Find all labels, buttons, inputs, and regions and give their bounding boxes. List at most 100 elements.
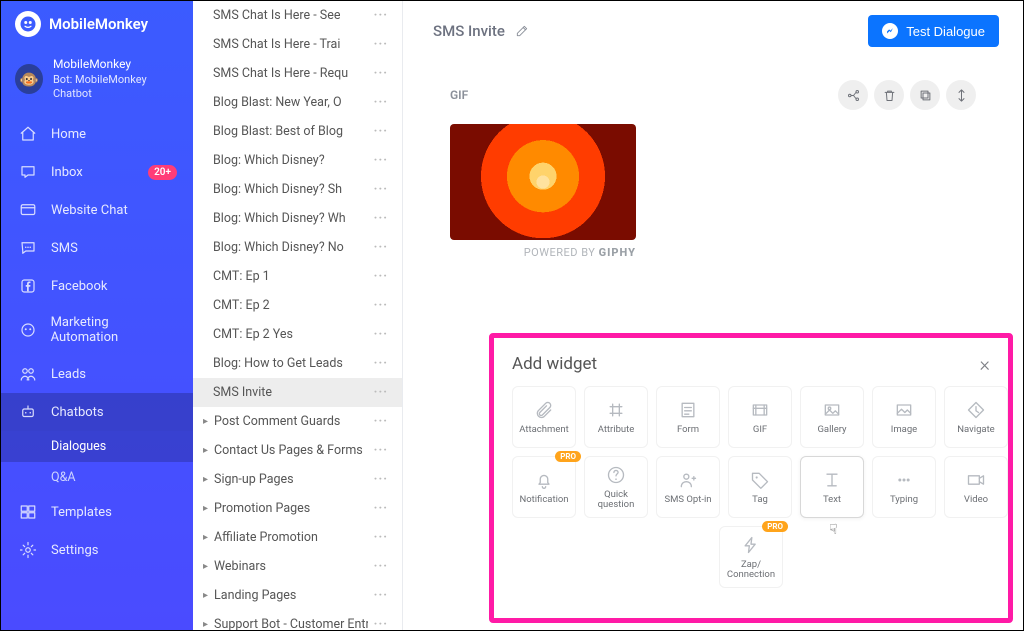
widget-option-tag[interactable]: Tag — [728, 456, 792, 518]
widget-option-typing[interactable]: Typing — [872, 456, 936, 518]
copy-button[interactable] — [910, 80, 940, 110]
dialogue-item[interactable]: SMS Chat Is Here - Trai··· — [193, 30, 402, 59]
dialogue-item-menu[interactable]: ··· — [374, 95, 388, 110]
dialogue-item[interactable]: Blog: Which Disney? Wh··· — [193, 204, 402, 233]
dialogue-folder[interactable]: ▸Support Bot - Customer Entry··· — [193, 610, 402, 630]
dialogue-item[interactable]: CMT: Ep 2 Yes··· — [193, 320, 402, 349]
dialogue-folder[interactable]: ▸Promotion Pages··· — [193, 494, 402, 523]
widget-option-video[interactable]: Video — [944, 456, 1008, 518]
dialogue-item-label: Blog: Which Disney? — [213, 153, 325, 168]
text-icon — [822, 469, 842, 491]
widget-option-sms-opt-in[interactable]: SMS Opt-in — [656, 456, 720, 518]
dialogue-item[interactable]: Blog: Which Disney? ··· — [193, 146, 402, 175]
edit-title-icon[interactable] — [515, 24, 529, 38]
folder-menu[interactable]: ··· — [374, 530, 388, 545]
widget-option-label: Typing — [887, 495, 921, 505]
widget-option-gallery[interactable]: Gallery — [800, 386, 864, 448]
dialogue-item-menu[interactable]: ··· — [374, 66, 388, 81]
widget-option-image[interactable]: Image — [872, 386, 936, 448]
folder-menu[interactable]: ··· — [374, 559, 388, 574]
chevron-right-icon: ▸ — [203, 474, 208, 485]
dialogue-folder[interactable]: ▸Post Comment Guards··· — [193, 407, 402, 436]
widget-option-zap-connection[interactable]: PROZap/Connection — [719, 526, 783, 588]
folder-label: Support Bot - Customer Entry — [214, 617, 368, 630]
dialogue-folder[interactable]: ▸Contact Us Pages & Forms··· — [193, 436, 402, 465]
dialogue-item[interactable]: CMT: Ep 1··· — [193, 262, 402, 291]
widget-option-attachment[interactable]: Attachment — [512, 386, 576, 448]
folder-menu[interactable]: ··· — [374, 617, 388, 630]
nav-dialogues[interactable]: Dialogues — [1, 431, 193, 462]
dialogue-item-menu[interactable]: ··· — [374, 182, 388, 197]
dialogue-item[interactable]: Blog: Which Disney? No··· — [193, 233, 402, 262]
nav-marketing[interactable]: Marketing Automation — [1, 305, 193, 355]
dialogue-item-menu[interactable]: ··· — [374, 8, 388, 23]
brand-logo-icon — [15, 11, 41, 37]
dialogue-folder[interactable]: ▸Affiliate Promotion··· — [193, 523, 402, 552]
dialogue-item[interactable]: SMS Chat Is Here - See ··· — [193, 1, 402, 30]
dialogue-item-menu[interactable]: ··· — [374, 240, 388, 255]
folder-menu[interactable]: ··· — [374, 414, 388, 429]
folder-label: Landing Pages — [214, 588, 296, 603]
dialogue-list: SMS Chat Is Here - See···SMS Chat Is Her… — [193, 1, 403, 630]
widget-option-text[interactable]: Text — [800, 456, 864, 518]
widget-option-gif[interactable]: GIF — [728, 386, 792, 448]
dialogue-folder[interactable]: ▸Sign-up Pages··· — [193, 465, 402, 494]
widget-option-notification[interactable]: PRONotification — [512, 456, 576, 518]
nav-templates[interactable]: Templates — [1, 493, 193, 531]
gallery-icon — [822, 399, 842, 421]
nav-home[interactable]: Home — [1, 115, 193, 153]
dialogue-item[interactable]: Blog Blast: New Year, O··· — [193, 88, 402, 117]
nav-inbox[interactable]: Inbox 20+ — [1, 153, 193, 191]
dialogue-item-menu[interactable]: ··· — [374, 153, 388, 168]
dialogue-item-menu[interactable]: ··· — [374, 385, 388, 400]
quick-question-icon — [606, 464, 626, 486]
nav-chatbots[interactable]: Chatbots — [1, 393, 193, 431]
dialogue-item-label: SMS Chat Is Here - Requ — [213, 66, 348, 81]
nav-qa[interactable]: Q&A — [1, 462, 193, 493]
dialogue-folder[interactable]: ▸Webinars··· — [193, 552, 402, 581]
dialogue-folder[interactable]: ▸Landing Pages··· — [193, 581, 402, 610]
dialogue-item[interactable]: SMS Chat Is Here - Requ ··· — [193, 59, 402, 88]
widget-option-label: Video — [961, 495, 991, 505]
nav-settings[interactable]: Settings — [1, 531, 193, 569]
attribute-icon — [606, 399, 626, 421]
dialogue-item-menu[interactable]: ··· — [374, 124, 388, 139]
gif-widget-card[interactable]: GIF POWERED BY GIPHY — [433, 67, 993, 272]
branch-button[interactable] — [838, 80, 868, 110]
workspace-switcher[interactable]: 🐵 MobileMonkey Bot: MobileMonkey Chatbot — [1, 47, 193, 115]
delete-button[interactable] — [874, 80, 904, 110]
nav-leads[interactable]: Leads — [1, 355, 193, 393]
folder-menu[interactable]: ··· — [374, 588, 388, 603]
dialogue-item-menu[interactable]: ··· — [374, 37, 388, 52]
widget-option-quick-question[interactable]: Quick question — [584, 456, 648, 518]
widget-option-navigate[interactable]: Navigate — [944, 386, 1008, 448]
dialogue-item-menu[interactable]: ··· — [374, 211, 388, 226]
nav-website-chat[interactable]: Website Chat — [1, 191, 193, 229]
drag-handle[interactable] — [946, 80, 976, 110]
dialogue-item[interactable]: Blog: Which Disney? Sh··· — [193, 175, 402, 204]
folder-menu[interactable]: ··· — [374, 443, 388, 458]
dialogue-item[interactable]: Blog: How to Get Leads··· — [193, 349, 402, 378]
widget-option-attribute[interactable]: Attribute — [584, 386, 648, 448]
test-dialogue-button[interactable]: Test Dialogue — [868, 15, 999, 47]
zap-icon — [741, 534, 761, 556]
widget-option-label: SMS Opt-in — [661, 495, 714, 505]
dialogue-item[interactable]: SMS Invite··· — [193, 378, 402, 407]
nav-facebook[interactable]: Facebook — [1, 267, 193, 305]
sms-opt-in-icon — [678, 469, 698, 491]
close-panel-button[interactable]: × — [980, 352, 990, 376]
widget-option-form[interactable]: Form — [656, 386, 720, 448]
dialogue-item-menu[interactable]: ··· — [374, 269, 388, 284]
add-widget-title: Add widget — [512, 354, 597, 374]
dialogue-item-menu[interactable]: ··· — [374, 298, 388, 313]
dialogue-item-label: SMS Chat Is Here - See — [213, 8, 340, 23]
dialogue-item-menu[interactable]: ··· — [374, 327, 388, 342]
folder-menu[interactable]: ··· — [374, 501, 388, 516]
inbox-badge: 20+ — [148, 165, 177, 180]
gif-preview[interactable] — [450, 124, 636, 240]
dialogue-item-menu[interactable]: ··· — [374, 356, 388, 371]
folder-menu[interactable]: ··· — [374, 472, 388, 487]
dialogue-item[interactable]: CMT: Ep 2··· — [193, 291, 402, 320]
dialogue-item[interactable]: Blog Blast: Best of Blog··· — [193, 117, 402, 146]
nav-sms[interactable]: SMS — [1, 229, 193, 267]
